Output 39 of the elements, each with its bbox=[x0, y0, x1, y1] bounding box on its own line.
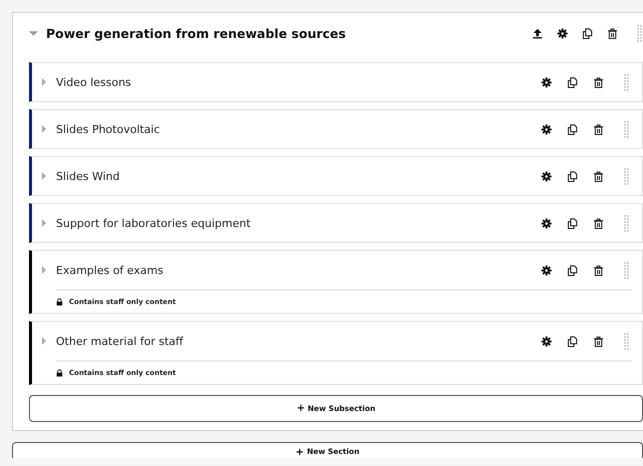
drag-handle-icon[interactable] bbox=[623, 74, 630, 90]
subsection-title[interactable]: Examples of exams bbox=[56, 264, 164, 276]
settings-icon[interactable] bbox=[541, 170, 552, 182]
settings-icon[interactable] bbox=[557, 28, 568, 38]
subsection-title[interactable]: Support for laboratories equipment bbox=[56, 216, 251, 230]
delete-icon[interactable] bbox=[593, 218, 604, 228]
delete-icon[interactable] bbox=[593, 124, 604, 134]
settings-icon[interactable] bbox=[541, 124, 552, 134]
settings-icon[interactable] bbox=[541, 218, 552, 228]
settings-icon[interactable] bbox=[541, 76, 552, 88]
settings-icon[interactable] bbox=[541, 264, 552, 276]
copy-icon[interactable] bbox=[567, 124, 578, 134]
delete-icon[interactable] bbox=[593, 336, 604, 346]
drag-handle-icon[interactable] bbox=[623, 120, 630, 138]
drag-handle-icon[interactable] bbox=[623, 214, 630, 232]
copy-icon[interactable] bbox=[567, 264, 578, 276]
drag-handle-icon[interactable] bbox=[623, 262, 630, 278]
upload-icon[interactable] bbox=[532, 28, 543, 38]
copy-icon[interactable] bbox=[567, 336, 578, 346]
delete-icon[interactable] bbox=[593, 170, 604, 182]
subsection-title[interactable]: Slides Photovoltaic bbox=[56, 122, 160, 136]
copy-icon[interactable] bbox=[582, 28, 593, 38]
subsection-title[interactable]: Slides Wind bbox=[56, 170, 120, 182]
drag-handle-icon[interactable] bbox=[623, 168, 630, 184]
caret-down-icon[interactable] bbox=[29, 30, 38, 36]
copy-icon[interactable] bbox=[567, 170, 578, 182]
subsection-title[interactable]: Other material for staff bbox=[56, 334, 184, 348]
subsection-title[interactable]: Video lessons bbox=[56, 76, 132, 88]
section-title: Power generation from renewable sources bbox=[46, 26, 346, 40]
delete-icon[interactable] bbox=[593, 76, 604, 88]
drag-handle-icon[interactable] bbox=[636, 24, 643, 42]
copy-icon[interactable] bbox=[567, 218, 578, 228]
lock-icon bbox=[56, 298, 63, 306]
delete-icon[interactable] bbox=[593, 264, 604, 276]
settings-icon[interactable] bbox=[541, 336, 552, 346]
delete-icon[interactable] bbox=[607, 28, 618, 38]
lock-icon bbox=[56, 369, 63, 377]
copy-icon[interactable] bbox=[567, 76, 578, 88]
drag-handle-icon[interactable] bbox=[623, 332, 630, 350]
